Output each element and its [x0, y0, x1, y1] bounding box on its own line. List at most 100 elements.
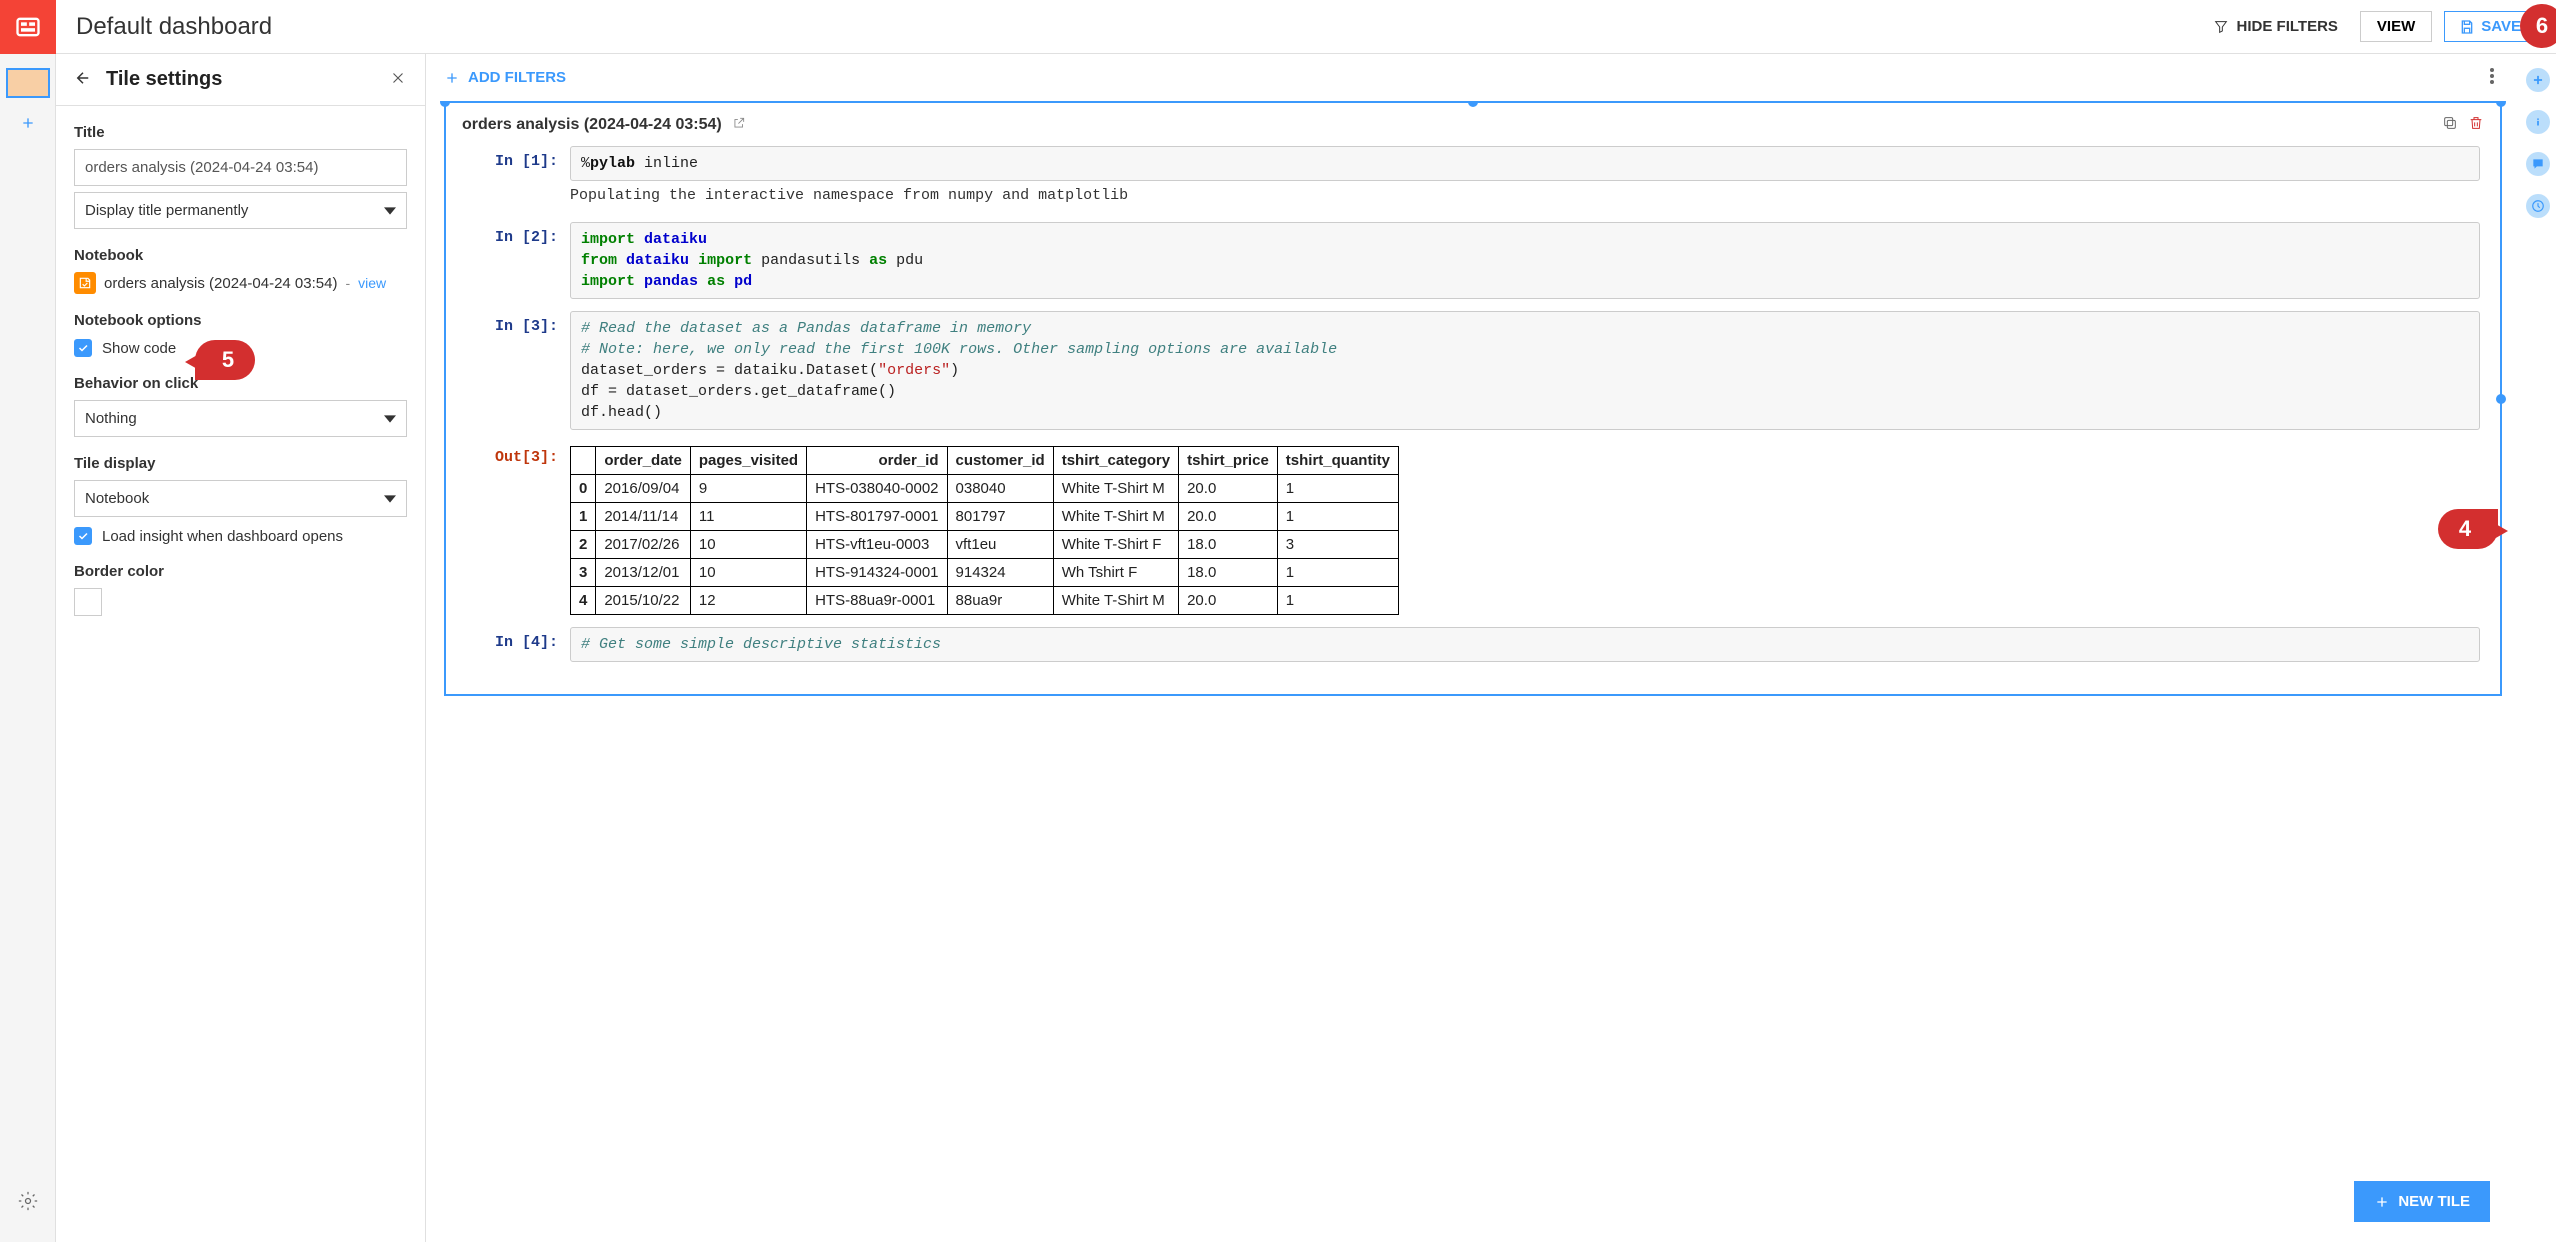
code-cell: import dataiku from dataiku import panda…: [570, 222, 2480, 299]
tile-settings-panel: Tile settings Title Display title perman…: [56, 54, 426, 1242]
sidebar-chat-button[interactable]: [2526, 152, 2550, 176]
table-header: tshirt_category: [1053, 447, 1178, 475]
notebook-content: In [1]: %pylab inline Populating the int…: [446, 146, 2500, 694]
code-cell: %pylab inline: [570, 146, 2480, 181]
add-page-button[interactable]: [6, 108, 50, 138]
table-header: [571, 447, 596, 475]
tile-display-label: Tile display: [74, 455, 407, 472]
tile-display-select[interactable]: Notebook: [74, 480, 407, 517]
show-code-checkbox[interactable]: [74, 339, 92, 357]
table-header: pages_visited: [690, 447, 806, 475]
title-display-select[interactable]: Display title permanently: [74, 192, 407, 229]
tile-title: orders analysis (2024-04-24 03:54): [462, 116, 722, 134]
copy-icon: [2442, 115, 2458, 131]
border-color-picker[interactable]: [74, 588, 102, 616]
behavior-value: Nothing: [85, 410, 137, 427]
delete-tile-button[interactable]: [2468, 115, 2484, 134]
hide-filters-button[interactable]: HIDE FILTERS: [2203, 12, 2348, 41]
border-color-label: Border color: [74, 563, 407, 580]
cell-output: Populating the interactive namespace fro…: [570, 181, 2480, 210]
chevron-down-icon: [384, 205, 396, 217]
chevron-down-icon: [384, 493, 396, 505]
code-cell: # Get some simple descriptive statistics: [570, 627, 2480, 662]
settings-gear-button[interactable]: [18, 1191, 38, 1214]
plus-icon: [444, 70, 460, 86]
chevron-down-icon: [384, 413, 396, 425]
arrow-left-icon: [74, 69, 92, 87]
output-dataframe-table: order_datepages_visitedorder_idcustomer_…: [570, 446, 1399, 615]
copy-tile-button[interactable]: [2442, 115, 2458, 134]
sidebar-add-button[interactable]: [2526, 68, 2550, 92]
save-button[interactable]: SAVE: [2444, 11, 2536, 42]
plus-icon: [2374, 1194, 2390, 1210]
load-insight-label: Load insight when dashboard opens: [102, 528, 343, 545]
close-icon: [389, 69, 407, 87]
save-label: SAVE: [2481, 18, 2521, 35]
close-panel-button[interactable]: [389, 69, 407, 90]
dashboard-canvas: ADD FILTERS orders analysis (2024-04-24 …: [426, 54, 2520, 1242]
table-row: 02016/09/049HTS-038040-0002038040White T…: [571, 475, 1399, 503]
code-cell: # Read the dataset as a Pandas dataframe…: [570, 311, 2480, 430]
resize-handle-tr[interactable]: [2496, 101, 2506, 107]
back-button[interactable]: [74, 69, 92, 90]
info-icon: [2531, 115, 2545, 129]
check-icon: [77, 530, 89, 542]
notebook-name: orders analysis (2024-04-24 03:54): [104, 275, 337, 292]
new-tile-label: NEW TILE: [2398, 1193, 2470, 1210]
behavior-label: Behavior on click: [74, 375, 407, 392]
load-insight-checkbox[interactable]: [74, 527, 92, 545]
table-header: order_date: [596, 447, 691, 475]
title-field-label: Title: [74, 124, 407, 141]
dashboard-title: Default dashboard: [76, 13, 2203, 41]
chat-icon: [2531, 157, 2545, 171]
table-row: 42015/10/2212HTS-88ua9r-000188ua9rWhite …: [571, 587, 1399, 615]
show-code-label: Show code: [102, 340, 176, 357]
gear-icon: [18, 1191, 38, 1211]
table-header: tshirt_quantity: [1277, 447, 1398, 475]
notebook-field-label: Notebook: [74, 247, 407, 264]
kebab-icon: [2490, 68, 2494, 84]
plus-icon: [20, 115, 36, 131]
tile-display-value: Notebook: [85, 490, 149, 507]
table-row: 32013/12/0110HTS-914324-0001914324Wh Tsh…: [571, 559, 1399, 587]
notebook-view-link[interactable]: view: [358, 275, 386, 291]
right-sidebar: [2520, 54, 2556, 1242]
cell-prompt: In [4]:: [495, 634, 558, 651]
page-thumbnail-selected[interactable]: [6, 68, 50, 98]
filter-icon: [2213, 19, 2229, 35]
notebook-tile[interactable]: orders analysis (2024-04-24 03:54): [444, 101, 2502, 696]
title-display-value: Display title permanently: [85, 202, 248, 219]
open-external-button[interactable]: [732, 116, 746, 133]
cell-prompt: In [3]:: [495, 318, 558, 335]
cell-prompt: Out[3]:: [495, 449, 558, 466]
view-button[interactable]: VIEW: [2360, 11, 2432, 42]
resize-handle-mr[interactable]: [2496, 394, 2506, 404]
table-row: 12014/11/1411HTS-801797-0001801797White …: [571, 503, 1399, 531]
app-logo[interactable]: [0, 0, 56, 54]
cell-prompt: In [1]:: [495, 153, 558, 170]
settings-panel-title: Tile settings: [106, 68, 389, 91]
hide-filters-label: HIDE FILTERS: [2237, 18, 2338, 35]
sidebar-history-button[interactable]: [2526, 194, 2550, 218]
save-icon: [2459, 19, 2475, 35]
clock-icon: [2531, 199, 2545, 213]
plus-icon: [2531, 73, 2545, 87]
notebook-options-label: Notebook options: [74, 312, 407, 329]
trash-icon: [2468, 115, 2484, 131]
add-filters-button[interactable]: ADD FILTERS: [444, 69, 566, 86]
notebook-icon: [74, 272, 96, 294]
check-icon: [77, 342, 89, 354]
add-filters-label: ADD FILTERS: [468, 69, 566, 86]
title-input[interactable]: [74, 149, 407, 186]
table-header: order_id: [807, 447, 947, 475]
table-header: customer_id: [947, 447, 1053, 475]
cell-prompt: In [2]:: [495, 229, 558, 246]
external-link-icon: [732, 116, 746, 130]
behavior-select[interactable]: Nothing: [74, 400, 407, 437]
table-header: tshirt_price: [1179, 447, 1278, 475]
table-row: 22017/02/2610HTS-vft1eu-0003vft1euWhite …: [571, 531, 1399, 559]
canvas-menu-button[interactable]: [2482, 64, 2502, 91]
page-thumbnails-bar: [0, 54, 56, 1242]
new-tile-button[interactable]: NEW TILE: [2354, 1181, 2490, 1222]
sidebar-info-button[interactable]: [2526, 110, 2550, 134]
